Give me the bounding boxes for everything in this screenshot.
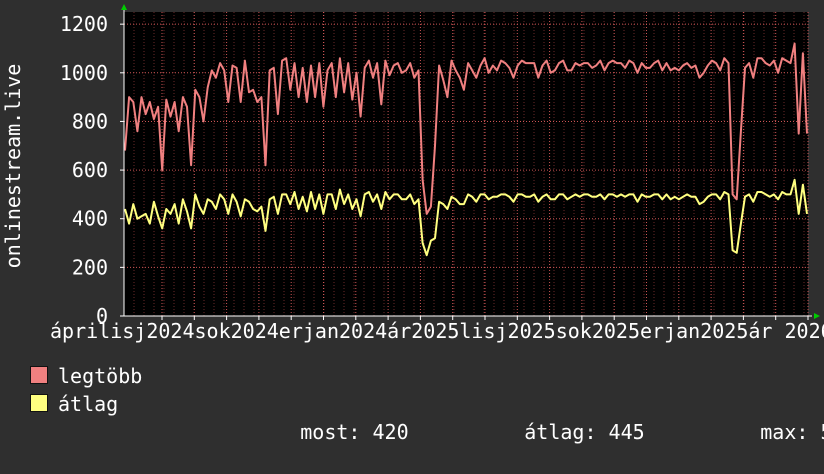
stat-max-value: 566 [820,420,824,444]
y-tick-label: 200 [72,255,108,279]
y-axis-arrow [121,4,127,10]
stat-atlag-label: átlag: [524,420,597,444]
legend-label-max: legtöbb [58,364,143,388]
stat-max: max: 566 [688,390,824,474]
stat-max-label: max: [760,420,809,444]
legend-row-avg: átlag most: 420 átlag: 445 max: 566 [30,390,824,444]
y-tick-label: 600 [72,158,108,182]
legend-swatch-max [30,366,48,384]
chart: 020040060080010001200 onlinestream.live … [1,4,824,343]
stat-atlag-value: 445 [608,420,645,444]
stat-most-label: most: [300,420,361,444]
legend-label-avg: átlag [58,392,119,416]
y-axis-title: onlinestream.live [1,64,25,269]
y-tick-label: 800 [72,109,108,133]
legend: legtöbb átlag most: 420 átlag: 445 max: … [30,362,824,444]
x-axis-tick-labels: áprilisj2024sok2024erjan2024ár2025lisj20… [50,319,824,343]
stat-most: most: 420 [228,390,409,474]
stat-most-value: 420 [372,420,409,444]
legend-swatch-avg [30,394,48,412]
y-tick-label: 1200 [60,12,108,36]
legend-row-max: legtöbb [30,362,810,390]
stat-atlag: átlag: 445 [452,390,645,474]
y-tick-label: 1000 [60,61,108,85]
y-tick-label: 400 [72,207,108,231]
